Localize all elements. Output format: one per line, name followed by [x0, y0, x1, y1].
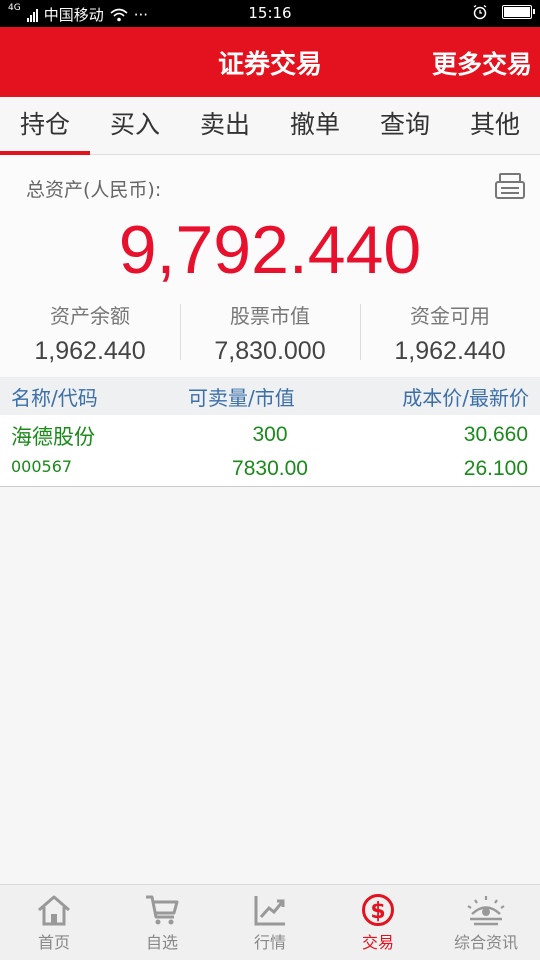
stock-name: 海德股份 — [11, 425, 95, 449]
alarm-icon — [473, 4, 487, 20]
total-assets-label: 总资产(人民币): — [26, 179, 162, 201]
clock: 15:16 — [248, 4, 292, 22]
summary-available: 资金可用 1,962.440 — [360, 300, 540, 366]
sellable-qty: 300 — [252, 423, 288, 446]
nav-label: 自选 — [145, 933, 178, 952]
summary-value: 1,962.440 — [34, 337, 146, 365]
summary-title: 资产余额 — [50, 304, 130, 328]
nav-label: 首页 — [37, 933, 70, 952]
more-trading-button[interactable]: 更多交易 — [432, 45, 532, 81]
tab-other[interactable]: 其他 — [450, 97, 540, 154]
holdings-table-header: 名称/代码 可卖量/市值 成本价/最新价 — [0, 377, 540, 415]
nav-trade[interactable]: $ 交易 — [324, 885, 432, 960]
stock-code: 000567 — [11, 457, 73, 476]
trade-tabs: 持仓 买入 卖出 撤单 查询 其他 — [0, 97, 540, 155]
battery-icon — [502, 5, 535, 19]
nav-market[interactable]: 行情 — [216, 885, 324, 960]
dollar-circle-icon: $ — [362, 894, 394, 926]
latest-price: 26.100 — [463, 457, 528, 480]
nav-watchlist[interactable]: 自选 — [108, 885, 216, 960]
nav-home[interactable]: 首页 — [0, 885, 108, 960]
table-row[interactable]: 海德股份 000567 300 7830.00 30.660 26.100 — [0, 415, 540, 487]
chart-trend-icon — [254, 896, 285, 926]
cart-icon — [146, 895, 179, 925]
tab-buy[interactable]: 买入 — [90, 97, 180, 154]
total-assets-value: 9,792.440 — [118, 212, 422, 288]
tab-holdings[interactable]: 持仓 — [0, 97, 90, 155]
summary-value: 7,830.000 — [214, 337, 326, 365]
nav-label: 行情 — [253, 933, 286, 952]
statement-icon[interactable] — [494, 171, 526, 203]
summary-value: 1,962.440 — [394, 337, 506, 365]
header-cost-latest: 成本价/最新价 — [402, 386, 529, 410]
nav-label: 综合资讯 — [453, 933, 518, 952]
tab-cancel[interactable]: 撤单 — [270, 97, 360, 154]
bottom-nav: 首页 自选 行情 $ 交易 综合资讯 — [0, 884, 540, 960]
tab-sell[interactable]: 卖出 — [180, 97, 270, 154]
status-bar: 4G 中国移动 ··· 15:16 — [0, 0, 540, 27]
nav-label: 交易 — [361, 933, 394, 952]
summary-title: 资金可用 — [410, 304, 490, 328]
summary-title: 股票市值 — [230, 304, 310, 328]
summary-stock-value: 股票市值 7,830.000 — [180, 300, 360, 366]
cost-price: 30.660 — [463, 423, 528, 446]
summary-balance: 资产余额 1,962.440 — [0, 300, 180, 366]
svg-text:$: $ — [370, 899, 385, 924]
nav-news[interactable]: 综合资讯 — [432, 885, 540, 960]
header-qty-value: 可卖量/市值 — [188, 386, 295, 410]
header-name-code: 名称/代码 — [11, 386, 98, 410]
market-value: 7830.00 — [232, 457, 308, 480]
asset-summary: 资产余额 1,962.440 股票市值 7,830.000 资金可用 1,962… — [0, 300, 540, 366]
app-header: 证券交易 更多交易 — [0, 27, 540, 97]
sunrise-eye-icon — [467, 896, 505, 926]
tab-query[interactable]: 查询 — [360, 97, 450, 154]
assets-panel: 总资产(人民币): 9,792.440 资产余额 1,962.440 股票市值 … — [0, 155, 540, 377]
home-icon — [38, 895, 70, 926]
